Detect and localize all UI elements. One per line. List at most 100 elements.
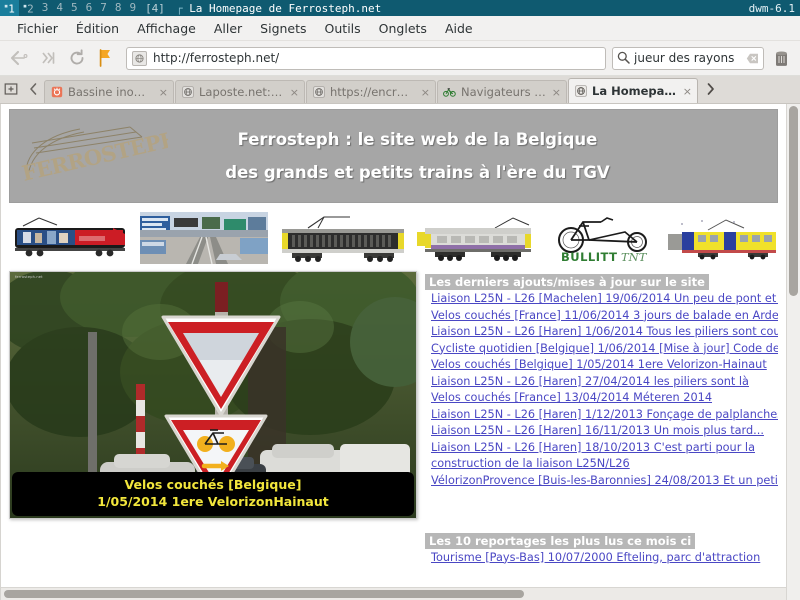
news-spacer — [425, 490, 778, 526]
news-section-heading: Les derniers ajouts/mises à jour sur le … — [425, 274, 709, 290]
tab-close-icon[interactable]: × — [552, 86, 561, 99]
top-reports-link-list: Tourisme [Pays-Bas] 10/07/2000 Efteling,… — [425, 549, 778, 567]
bullitt-cargo-bike-logo[interactable]: BULLITT TNT — [548, 212, 659, 264]
content-columns: ferrosteph.net Velos couchés [Belgique] … — [9, 271, 778, 566]
address-bar-text[interactable]: http://ferrosteph.net/ — [153, 51, 279, 65]
orange-shield-icon — [50, 86, 63, 99]
photo-caption: Velos couchés [Belgique] 1/05/2014 1ere … — [12, 472, 414, 516]
wm-tag-9[interactable]: 9 — [125, 0, 140, 16]
top-reports-section: Les 10 reportages les plus lus ce mois c… — [425, 530, 778, 567]
menu-outils[interactable]: Outils — [316, 19, 370, 38]
tab-close-icon[interactable]: × — [683, 85, 692, 98]
tab-navigateurs[interactable]: Navigateurs … × — [437, 80, 567, 103]
horizontal-scrollbar-thumb[interactable] — [4, 590, 524, 598]
tab-label: La Homepag… — [592, 84, 679, 98]
bicycle-icon — [443, 86, 456, 99]
news-link[interactable]: Velos couchés [Belgique] 1/05/2014 1ere … — [431, 357, 778, 374]
wm-tag-3[interactable]: 3 — [38, 0, 53, 16]
tab-bassine[interactable]: Bassine ino… × — [44, 80, 174, 103]
top-reports-heading: Les 10 reportages les plus lus ce mois c… — [425, 532, 696, 549]
news-link[interactable]: Velos couchés [France] 11/06/2014 3 jour… — [431, 308, 778, 325]
page-viewport: FERROSTEPH Ferrosteph : le site web de l… — [0, 104, 800, 600]
address-bar[interactable]: http://ferrosteph.net/ — [126, 46, 606, 70]
tab-laposte[interactable]: Laposte.net:… × — [175, 80, 305, 103]
news-link-list: Liaison L25N - L26 [Machelen] 19/06/2014… — [425, 290, 778, 490]
wm-tag-1[interactable]: ▪1 — [0, 0, 19, 16]
search-bar[interactable]: jueur des rayons — [612, 46, 764, 70]
menu-onglets[interactable]: Onglets — [370, 19, 436, 38]
news-link[interactable]: Liaison L25N - L26 [Haren] 1/12/2013 Fon… — [431, 407, 778, 424]
yield-sign-with-bicycle-photo[interactable]: ferrosteph.net Velos couchés [Belgique] … — [9, 271, 417, 519]
tab-bar: Bassine ino… × Laposte.net:… × https://e… — [0, 76, 800, 104]
vertical-scrollbar[interactable] — [786, 104, 800, 600]
banner-text: Ferrosteph : le site web de la Belgique … — [168, 123, 777, 189]
clear-icon[interactable] — [746, 49, 759, 68]
new-tab-icon[interactable] — [0, 75, 22, 103]
wm-tag-5[interactable]: 5 — [67, 0, 82, 16]
tab-close-icon[interactable]: × — [290, 86, 299, 99]
wm-status-text: dwm-6.1 — [748, 1, 795, 15]
news-link[interactable]: Liaison L25N - L26 [Machelen] 19/06/2014… — [431, 291, 778, 308]
wm-tag-7[interactable]: 7 — [96, 0, 111, 16]
yellow-tram-set[interactable] — [667, 212, 778, 264]
tab-label: https://encr… — [330, 85, 409, 99]
photo-watermark: ferrosteph.net — [15, 275, 43, 279]
window-manager-bar: ▪1 ▪2 3 4 5 6 7 8 9 [4] ┌ La Homepage de… — [0, 0, 800, 16]
horizontal-scrollbar[interactable] — [1, 587, 786, 600]
cab-view-railway-tracks[interactable] — [140, 212, 269, 264]
menu-bar: Fichier Édition Affichage Aller Signets … — [0, 16, 800, 41]
web-page: FERROSTEPH Ferrosteph : le site web de l… — [0, 104, 786, 600]
wm-layout-indicator[interactable]: [4] — [140, 2, 170, 15]
svg-text:TNT: TNT — [621, 250, 648, 264]
forward-arrow-icon[interactable] — [35, 45, 61, 71]
tab-scroll-left-icon[interactable] — [22, 75, 44, 103]
news-link[interactable]: Liaison L25N - L26 [Haren] 1/06/2014 Tou… — [431, 324, 778, 341]
wm-tag-6[interactable]: 6 — [82, 0, 97, 16]
tab-close-icon[interactable]: × — [421, 86, 430, 99]
menu-aller[interactable]: Aller — [205, 19, 251, 38]
train-image-strip: BULLITT TNT — [9, 209, 778, 267]
banner-line-2: des grands et petits trains à l'ère du T… — [225, 163, 610, 182]
tab-scroll-right-icon[interactable] — [699, 75, 721, 103]
browser-window: Fichier Édition Affichage Aller Signets … — [0, 16, 800, 600]
wm-tag-8[interactable]: 8 — [111, 0, 126, 16]
menu-fichier[interactable]: Fichier — [8, 19, 67, 38]
news-link[interactable]: VélorizonProvence [Buis-les-Baronnies] 2… — [431, 473, 778, 490]
banner-line-1: Ferrosteph : le site web de la Belgique — [237, 130, 598, 149]
reload-icon[interactable] — [64, 45, 90, 71]
globe-icon — [181, 86, 194, 99]
menu-signets[interactable]: Signets — [251, 19, 315, 38]
news-link[interactable]: Liaison L25N - L26 [Haren] 16/11/2013 Un… — [431, 423, 778, 440]
wm-tag-4[interactable]: 4 — [52, 0, 67, 16]
menu-affichage[interactable]: Affichage — [128, 19, 205, 38]
svg-text:FERROSTEPH: FERROSTEPH — [20, 125, 168, 185]
tab-la-homepage[interactable]: La Homepag… × — [568, 78, 698, 103]
tab-label: Bassine ino… — [68, 85, 146, 99]
globe-icon — [574, 85, 587, 98]
tab-encr[interactable]: https://encr… × — [306, 80, 436, 103]
trash-icon[interactable] — [768, 45, 794, 71]
menu-edition[interactable]: Édition — [67, 19, 128, 38]
locomotive-red-sbb-re460[interactable] — [9, 212, 131, 264]
site-banner: FERROSTEPH Ferrosteph : le site web de l… — [9, 109, 778, 203]
top-report-link[interactable]: Tourisme [Pays-Bas] 10/07/2000 Efteling,… — [431, 550, 778, 567]
vertical-scrollbar-thumb[interactable] — [789, 106, 798, 296]
tab-label: Laposte.net:… — [199, 85, 283, 99]
locomotive-black-yellow-hld[interactable] — [277, 212, 408, 264]
page-favicon-icon — [132, 50, 147, 66]
wm-tag-2[interactable]: ▪2 — [19, 0, 38, 16]
menu-aide[interactable]: Aide — [436, 19, 482, 38]
tab-close-icon[interactable]: × — [159, 86, 168, 99]
news-link[interactable]: Liaison L25N - L26 [Haren] 18/10/2013 C'… — [431, 440, 778, 473]
featured-photo-column: ferrosteph.net Velos couchés [Belgique] … — [9, 271, 419, 566]
news-link[interactable]: Cycliste quotidien [Belgique] 1/06/2014 … — [431, 341, 778, 358]
bookmark-flag-icon[interactable] — [93, 45, 119, 71]
photo-caption-line-1: Velos couchés [Belgique] — [124, 477, 302, 493]
news-link[interactable]: Velos couchés [France] 13/04/2014 Métere… — [431, 390, 778, 407]
locomotive-grey-purple-sncb[interactable] — [417, 212, 540, 264]
search-input[interactable]: jueur des rayons — [634, 51, 746, 65]
news-link[interactable]: Liaison L25N - L26 [Haren] 27/04/2014 le… — [431, 374, 778, 391]
navigation-toolbar: http://ferrosteph.net/ jueur des rayons — [0, 41, 800, 76]
title-marker-icon: ┌ — [175, 1, 183, 15]
back-arrow-icon[interactable] — [6, 45, 32, 71]
